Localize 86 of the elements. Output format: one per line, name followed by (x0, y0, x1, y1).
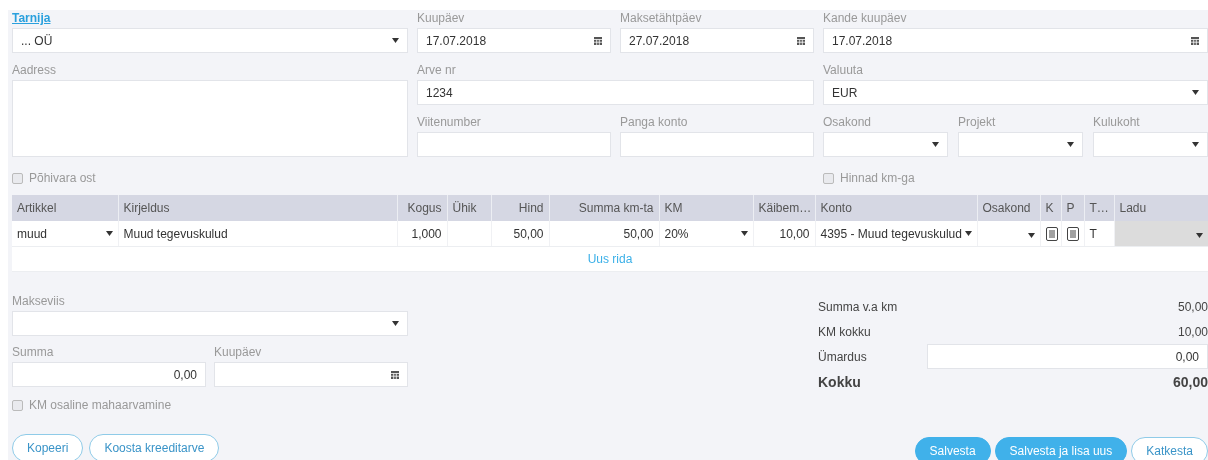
column-header: P (1061, 195, 1084, 221)
table-cell: 50,00 (549, 221, 659, 247)
column-header: Kirjeldus (118, 195, 397, 221)
column-header: Hind (491, 195, 549, 221)
table-cell: 10,00 (753, 221, 815, 247)
table-select[interactable]: 4395 - Muud tegevuskulud (815, 221, 977, 247)
checkbox[interactable] (823, 172, 834, 184)
caret-icon (1195, 233, 1203, 238)
table-cell: Muud tegevuskulud (118, 221, 397, 247)
total-value: 60,00 (1172, 373, 1208, 390)
action-button[interactable]: Koosta kreeditarve (89, 434, 220, 460)
currency-select[interactable]: EUR (823, 80, 1208, 105)
total-value: 10,00 (1177, 324, 1208, 339)
field-label: Viitenumber (417, 115, 482, 130)
table-select[interactable]: muud (12, 221, 118, 247)
checkbox[interactable] (12, 399, 23, 411)
field-label: Aadress (12, 63, 58, 78)
column-header: T… (1084, 195, 1114, 221)
supplier-select[interactable]: ... OÜ (12, 28, 408, 53)
table-cell: 1,000 (397, 221, 447, 247)
date-field[interactable]: 17.07.2018 (823, 28, 1208, 53)
reference-field[interactable] (417, 132, 611, 157)
checkbox-label: Hinnad km-ga (840, 171, 915, 185)
notes-icon[interactable] (1066, 226, 1079, 241)
dimension-select[interactable] (1093, 132, 1208, 157)
calendar-icon (1191, 36, 1199, 45)
column-header: Kogus (397, 195, 447, 221)
table-cell: T (1084, 221, 1114, 247)
field-label: Makseviis (12, 294, 66, 309)
invoice-number-field[interactable]: 1234 (417, 80, 814, 105)
column-header: Summa km-ta (549, 195, 659, 221)
checkbox-label: KM osaline mahaarvamine (29, 398, 172, 412)
column-header: Konto (815, 195, 977, 221)
field-label: Osakond (823, 115, 873, 130)
field-label: Valuuta (823, 63, 864, 78)
field-label: Kuupäev (417, 11, 466, 26)
notes-icon[interactable] (1045, 226, 1058, 241)
table-cell: 50,00 (491, 221, 549, 247)
total-label: Ümardus (818, 349, 867, 364)
payment-method-select[interactable] (12, 311, 408, 336)
field-label: Kuupäev (214, 345, 263, 360)
field-label: Kande kuupäev (823, 11, 908, 26)
field-label: Panga konto (620, 115, 689, 130)
action-button[interactable]: Katkesta (1131, 437, 1208, 460)
caret-icon (105, 230, 113, 236)
field-label: Maksetähtpäev (620, 11, 703, 26)
total-label: Summa v.a km (818, 299, 898, 314)
caret-icon (1192, 142, 1199, 147)
table-select[interactable] (977, 221, 1040, 247)
dimension-select[interactable] (823, 132, 948, 157)
caret-icon (392, 321, 399, 326)
total-label: Kokku (818, 373, 861, 390)
checkbox-label: Põhivara ost (29, 171, 96, 185)
caret-icon (964, 230, 972, 236)
column-header: Ühik (447, 195, 491, 221)
caret-icon (1027, 233, 1035, 238)
calendar-icon (391, 370, 399, 379)
amount-field[interactable]: 0,00 (12, 362, 206, 387)
dimension-select[interactable] (958, 132, 1083, 157)
total-label: KM kokku (818, 324, 871, 339)
field-label: Summa (12, 345, 55, 360)
address-field[interactable] (12, 80, 408, 157)
caret-icon (932, 142, 939, 147)
column-header: Osakond (977, 195, 1040, 221)
field-label: Kulukoht (1093, 115, 1141, 130)
caret-icon (740, 230, 748, 236)
field-label: Arve nr (417, 63, 457, 78)
caret-icon (1192, 90, 1199, 95)
checkbox[interactable] (12, 172, 23, 184)
calendar-icon (797, 36, 805, 45)
column-header: Ladu (1114, 195, 1208, 221)
rounding-field[interactable]: 0,00 (927, 344, 1208, 369)
field-label: Projekt (958, 115, 997, 130)
total-value: 50,00 (1177, 299, 1208, 314)
column-header: KM (659, 195, 753, 221)
date-field[interactable]: 27.07.2018 (620, 28, 814, 53)
table-select[interactable]: 20% (659, 221, 753, 247)
caret-icon (392, 38, 399, 43)
calendar-icon (594, 36, 602, 45)
caret-icon (1067, 142, 1074, 147)
column-header: K (1040, 195, 1061, 221)
bank-account-field[interactable] (620, 132, 814, 157)
column-header: Käibem… (753, 195, 815, 221)
date-field[interactable]: 17.07.2018 (417, 28, 611, 53)
date-field[interactable] (214, 362, 408, 387)
column-header: Artikkel (12, 195, 118, 221)
